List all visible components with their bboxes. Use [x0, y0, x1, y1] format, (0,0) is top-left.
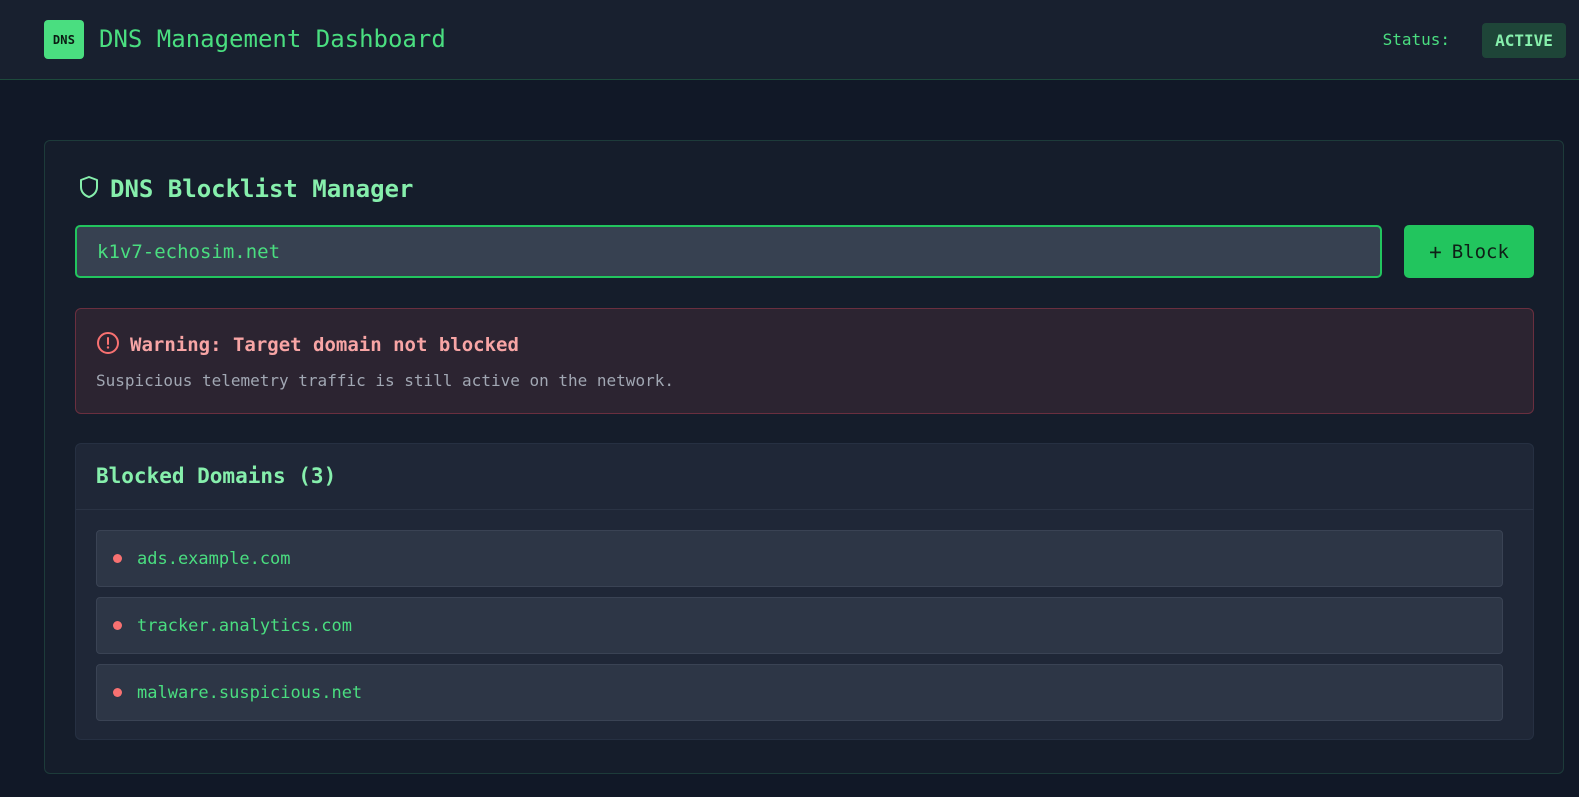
bullet-dot-icon: [113, 688, 122, 697]
blocked-domain-text: malware.suspicious.net: [137, 682, 363, 703]
blocked-domains-list: ads.example.com tracker.analytics.com ma…: [96, 530, 1503, 731]
status-label: Status:: [1382, 30, 1450, 49]
blocklist-heading: DNS Blocklist Manager: [78, 172, 413, 206]
app-logo: DNS: [44, 20, 84, 59]
warning-alert: Warning: Target domain not blocked Suspi…: [75, 308, 1534, 414]
list-item: malware.suspicious.net: [96, 664, 1503, 721]
blocked-domains-panel: Blocked Domains (3) ads.example.com trac…: [75, 443, 1534, 740]
blocklist-title: DNS Blocklist Manager: [110, 175, 414, 203]
bullet-dot-icon: [113, 554, 122, 563]
blocked-domains-header: Blocked Domains (3): [76, 444, 1533, 510]
plus-icon: +: [1429, 239, 1442, 264]
list-item: ads.example.com: [96, 530, 1503, 587]
domain-input[interactable]: [75, 225, 1382, 278]
block-button[interactable]: + Block: [1404, 225, 1534, 278]
blocked-domain-text: ads.example.com: [137, 548, 291, 569]
top-bar: DNS DNS Management Dashboard Status: ACT…: [0, 0, 1579, 80]
warning-message: Suspicious telemetry traffic is still ac…: [96, 371, 674, 390]
alert-circle-icon: [96, 331, 120, 359]
shield-icon: [78, 175, 100, 203]
blocklist-card: DNS Blocklist Manager + Block Warning: T…: [44, 140, 1564, 774]
warning-heading: Warning: Target domain not blocked: [96, 331, 519, 359]
list-item: tracker.analytics.com: [96, 597, 1503, 654]
warning-title: Warning: Target domain not blocked: [130, 334, 519, 356]
blocked-domains-title: Blocked Domains (3): [96, 464, 337, 488]
app-title: DNS Management Dashboard: [99, 25, 446, 53]
block-button-label: Block: [1451, 240, 1509, 263]
bullet-dot-icon: [113, 621, 122, 630]
blocked-domain-text: tracker.analytics.com: [137, 615, 352, 636]
status-badge: ACTIVE: [1482, 23, 1566, 58]
